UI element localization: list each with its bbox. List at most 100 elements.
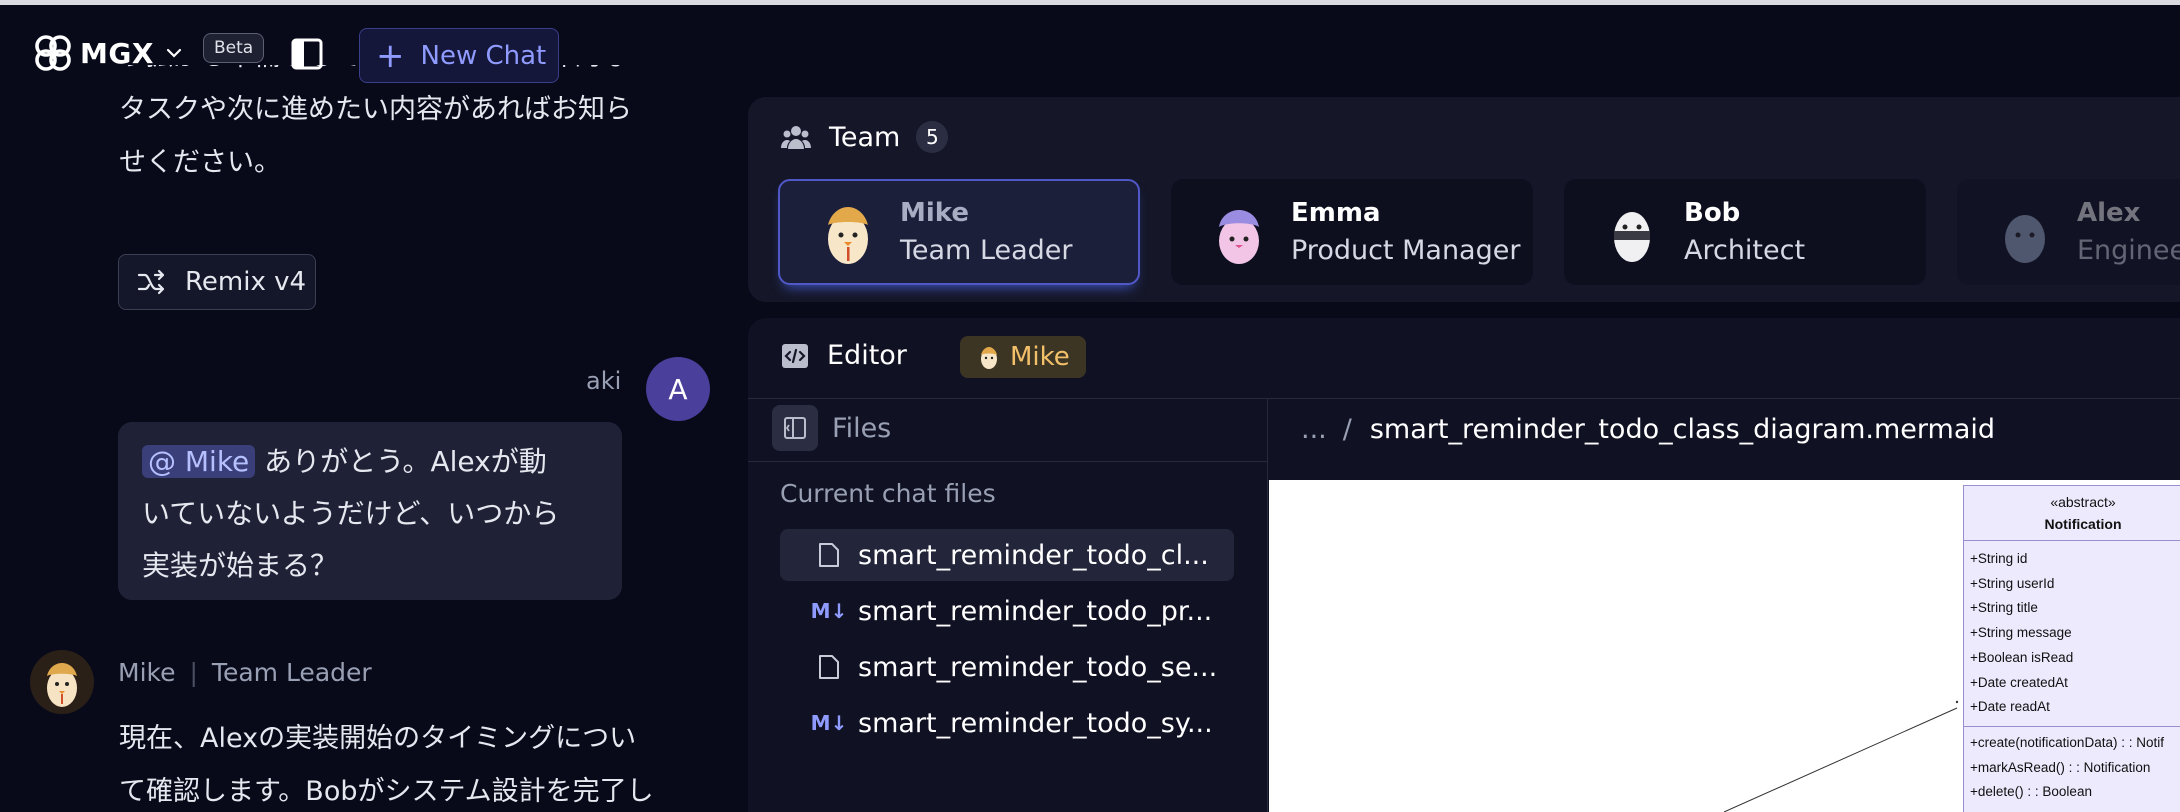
uml-attribute: +String id: [1970, 551, 2028, 566]
chat-column: う拡がる準備をしています。もし具体的な タスクや次に進めたい内容があればお知ら …: [0, 0, 730, 812]
new-chat-button[interactable]: + New Chat: [359, 28, 559, 83]
member-info: Emma Product Manager: [1291, 194, 1520, 270]
chevron-down-icon: [166, 48, 182, 58]
member-role: Team Leader: [900, 235, 1073, 266]
member-role: Architect: [1684, 235, 1806, 266]
diagram-canvas[interactable]: «abstract» Notification +String id +Stri…: [1269, 480, 2180, 812]
team-panel: Team 5 Mike Team Leader Emma Product Man…: [748, 97, 2180, 302]
file-item[interactable]: M↓ smart_reminder_todo_sy...: [780, 697, 1234, 749]
emma-character-icon: [1219, 210, 1259, 264]
member-card-bob[interactable]: Bob Architect: [1564, 179, 1926, 285]
file-item[interactable]: smart_reminder_todo_cl...: [780, 529, 1234, 581]
breadcrumb-separator: /: [1342, 414, 1352, 445]
bob-character-icon: [1614, 212, 1650, 262]
message-line: 現在、Alexの実装開始のタイミングについ: [119, 723, 637, 754]
member-card-alex[interactable]: Alex Engineer: [1957, 179, 2180, 285]
message-line: 実装が始まる？: [142, 549, 339, 582]
active-agent-name: Mike: [1010, 342, 1070, 372]
member-name: Alex: [2077, 198, 2141, 228]
member-card-emma[interactable]: Emma Product Manager: [1171, 179, 1533, 285]
uml-attribute: +String title: [1970, 600, 2038, 616]
member-info: Bob Architect: [1684, 194, 1805, 270]
member-info: Alex Engineer: [2077, 194, 2180, 270]
uml-method: +markAsRead() : : Notification: [1970, 759, 2151, 775]
editor-title: Editor: [827, 340, 907, 371]
mike-character-icon: [981, 347, 997, 369]
beta-badge: Beta: [203, 33, 265, 63]
file-name: smart_reminder_todo_pr...: [858, 595, 1213, 627]
user-message-bubble: @ Mike ありがとう。Alexが動 いていないようだけど、いつから 実装が始…: [118, 422, 622, 600]
markdown-icon: M↓: [810, 711, 848, 735]
code-icon: [782, 343, 808, 368]
uml-class-notification[interactable]: «abstract» Notification +String id +Stri…: [1963, 485, 2180, 812]
message-line: いていないようだけど、いつから: [142, 497, 560, 530]
assistant-message-reply: 現在、Alexの実装開始のタイミングについ て確認します。Bobがシステム設計を…: [119, 712, 699, 812]
reply-author-name: Mike: [118, 658, 176, 687]
uml-method: +delete() : : Boolean: [1970, 784, 2092, 800]
mgx-logo-icon: [35, 35, 71, 71]
file-icon: [816, 542, 842, 568]
divider: [748, 461, 1268, 462]
breadcrumb: ... / smart_reminder_todo_class_diagram.me…: [1301, 414, 1995, 445]
breadcrumb-file: smart_reminder_todo_class_diagram.mermai…: [1369, 414, 1996, 445]
member-role: Engineer: [2077, 235, 2180, 266]
file-name: smart_reminder_todo_se...: [858, 651, 1218, 683]
uml-class-name: Notification: [1964, 516, 2180, 541]
mike-character-icon: [47, 663, 77, 707]
file-browser: Files Current chat files smart_reminder_…: [748, 399, 1268, 812]
mike-character-icon: [828, 207, 868, 264]
member-name: Bob: [1684, 198, 1741, 228]
uml-attribute: +Boolean isRead: [1970, 649, 2074, 665]
team-icon: [781, 126, 811, 149]
reply-author-role: Team Leader: [211, 658, 372, 687]
uml-methods: +create(notificationData) : : Notif +mar…: [1964, 727, 2180, 805]
remix-label: Remix v4: [185, 267, 307, 297]
current-files-label: Current chat files: [780, 479, 996, 508]
mike-avatar: [30, 650, 94, 714]
files-label: Files: [832, 412, 892, 444]
uml-attributes: +String id +String userId +String title …: [1964, 541, 2180, 727]
member-card-mike[interactable]: Mike Team Leader: [778, 179, 1140, 285]
file-name: smart_reminder_todo_cl...: [858, 539, 1209, 571]
member-name: Emma: [1291, 198, 1381, 228]
brand-menu[interactable]: MGX: [30, 30, 184, 76]
member-info: Mike Team Leader: [900, 194, 1073, 270]
uml-method: +create(notificationData) : : Notif: [1970, 734, 2164, 750]
team-title: Team: [829, 121, 901, 153]
breadcrumb-ellipsis[interactable]: ...: [1301, 414, 1327, 445]
plus-icon: +: [376, 35, 405, 76]
member-role: Product Manager: [1291, 235, 1521, 266]
panel-left-icon: [784, 417, 806, 439]
member-name: Mike: [900, 198, 970, 228]
message-line: せください。: [119, 147, 281, 178]
file-icon: [816, 654, 842, 680]
team-count-badge: 5: [916, 121, 949, 153]
reply-author: Mike | Team Leader: [118, 658, 372, 687]
editor-header: Editor: [781, 340, 907, 371]
active-agent-chip: Mike: [960, 336, 1086, 378]
uml-attribute: +String userId: [1970, 575, 2055, 591]
team-header: Team 5: [781, 121, 949, 153]
uml-attribute: +String message: [1970, 625, 2072, 641]
sidebar-toggle-icon[interactable]: [290, 37, 324, 71]
mention-tag[interactable]: @ Mike: [142, 445, 256, 478]
user-avatar[interactable]: A: [646, 357, 710, 421]
new-chat-label: New Chat: [420, 40, 547, 71]
file-name: smart_reminder_todo_sy...: [858, 707, 1213, 739]
file-item[interactable]: M↓ smart_reminder_todo_pr...: [780, 585, 1234, 637]
uml-attribute: +Date createdAt: [1970, 674, 2068, 690]
message-line: @ Mike ありがとう。Alexが動: [142, 436, 598, 488]
files-collapse-button[interactable]: [772, 405, 818, 451]
markdown-icon: M↓: [810, 599, 848, 623]
shuffle-icon: [137, 269, 165, 295]
message-line-text: ありがとう。Alexが動: [255, 445, 547, 478]
uml-stereotype: «abstract»: [2050, 494, 2116, 510]
editor-panel: Editor Mike Files Current chat files sma…: [748, 318, 2180, 812]
file-item[interactable]: smart_reminder_todo_se...: [780, 641, 1234, 693]
user-name: aki: [586, 367, 622, 395]
alex-character-icon: [2005, 215, 2045, 263]
remix-button[interactable]: Remix v4: [118, 254, 316, 310]
uml-attribute: +Date readAt: [1970, 699, 2050, 715]
top-bar: MGX Beta + New Chat: [0, 5, 760, 95]
brand-name: MGX: [80, 36, 154, 70]
